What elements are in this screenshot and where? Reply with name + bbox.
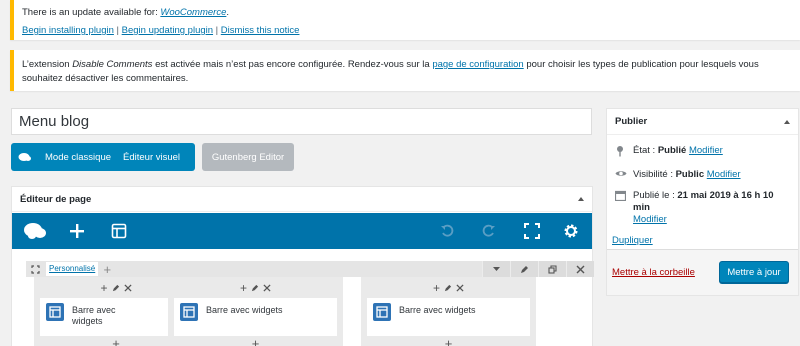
published-date-row: Publié le : 21 mai 2019 à 16 h 10 min Mod… bbox=[614, 190, 790, 226]
dismiss-notice-link[interactable]: Dismiss this notice bbox=[221, 25, 300, 36]
update-notice-text: There is an update available for: bbox=[22, 7, 161, 18]
publish-header[interactable]: Publier bbox=[607, 109, 798, 135]
pin-icon bbox=[615, 145, 629, 161]
row-style-label[interactable]: Personnalisé bbox=[46, 262, 99, 276]
add-below-plus-icon[interactable]: + bbox=[168, 336, 343, 346]
add-widget-plus-icon[interactable]: + bbox=[240, 281, 247, 295]
add-widget-plus-icon[interactable]: + bbox=[433, 281, 440, 295]
add-widget-plus-icon[interactable]: + bbox=[100, 281, 107, 295]
notice-text: L’extension bbox=[22, 59, 73, 70]
publish-box: Publier État : Publié Modifier Visibilit… bbox=[606, 108, 799, 296]
add-row-icon[interactable] bbox=[108, 213, 130, 249]
duplicate-link[interactable]: Dupliquer bbox=[612, 235, 653, 246]
widget-icon bbox=[373, 303, 391, 321]
expand-row-icon[interactable] bbox=[26, 264, 44, 274]
separator: | bbox=[113, 25, 122, 36]
visibility-value: Public bbox=[675, 169, 705, 180]
row-toolbar: Personnalisé + bbox=[26, 261, 594, 277]
duplicate-row-icon[interactable] bbox=[538, 261, 566, 277]
page-editor-title: Éditeur de page bbox=[20, 193, 92, 205]
begin-updating-link[interactable]: Begin updating plugin bbox=[122, 25, 213, 36]
collapse-arrow-icon[interactable] bbox=[784, 119, 790, 124]
add-below-plus-icon[interactable]: + bbox=[361, 336, 536, 346]
widget-title: Barre avec widgets bbox=[72, 305, 116, 326]
publish-actions: Mettre à la corbeille Mettre à jour bbox=[607, 249, 798, 295]
update-button[interactable]: Mettre à jour bbox=[719, 261, 789, 283]
siteorigin-logo-icon bbox=[11, 152, 39, 162]
widget-icon bbox=[180, 303, 198, 321]
status-label: État : bbox=[633, 145, 656, 156]
trash-link[interactable]: Mettre à la corbeille bbox=[612, 267, 695, 278]
collapse-arrow-icon[interactable] bbox=[578, 197, 584, 201]
begin-installing-link[interactable]: Begin installing plugin bbox=[22, 25, 114, 36]
publish-title: Publier bbox=[615, 116, 648, 127]
edit-pencil-icon[interactable] bbox=[112, 281, 120, 295]
delete-row-icon[interactable] bbox=[566, 261, 594, 277]
row-dropdown-icon[interactable] bbox=[482, 261, 510, 277]
calendar-icon bbox=[614, 190, 629, 205]
redo-icon[interactable] bbox=[478, 213, 500, 249]
builder-cell[interactable]: + Barre avec widgets + bbox=[361, 277, 536, 346]
edit-row-icon[interactable] bbox=[510, 261, 538, 277]
widget-icon bbox=[46, 303, 64, 321]
widget-title: Barre avec widgets bbox=[399, 305, 476, 315]
update-notice: There is an update available for: WooCom… bbox=[10, 0, 800, 40]
separator: | bbox=[213, 25, 221, 36]
notice-text: est activée mais n’est pas encore config… bbox=[152, 59, 433, 70]
close-icon[interactable] bbox=[123, 281, 132, 295]
undo-icon[interactable] bbox=[436, 213, 458, 249]
widget-title: Barre avec widgets bbox=[206, 305, 283, 315]
page-editor-box: Éditeur de page Personnalisé + + Barre a… bbox=[11, 186, 594, 346]
woocommerce-link[interactable]: WooCommerce bbox=[160, 7, 226, 18]
widget-card[interactable]: Barre avec widgets bbox=[174, 298, 337, 336]
add-row-plus-icon[interactable]: + bbox=[98, 261, 116, 277]
configuration-page-link[interactable]: page de configuration bbox=[432, 59, 523, 70]
page-editor-header[interactable]: Éditeur de page bbox=[12, 187, 592, 212]
plugin-name: Disable Comments bbox=[72, 59, 153, 70]
status-value: Publié bbox=[657, 145, 687, 156]
close-icon[interactable] bbox=[263, 281, 271, 295]
edit-date-link[interactable]: Modifier bbox=[633, 214, 667, 225]
status-row: État : Publié Modifier bbox=[615, 145, 790, 161]
published-label: Publié le : bbox=[633, 190, 675, 201]
update-notice-suffix: . bbox=[226, 7, 230, 18]
disable-comments-notice: L’extension Disable Comments est activée… bbox=[10, 50, 800, 91]
classic-mode-button[interactable]: Mode classique bbox=[39, 152, 117, 163]
visibility-label: Visibilité : bbox=[633, 169, 673, 180]
visibility-row: Visibilité : Public Modifier bbox=[615, 169, 790, 182]
fullscreen-icon[interactable] bbox=[521, 213, 543, 249]
post-title-input[interactable]: Menu blog bbox=[11, 108, 592, 135]
gutenberg-editor-button[interactable]: Gutenberg Editor bbox=[202, 143, 294, 171]
editor-mode-group: Mode classique Éditeur visuel bbox=[11, 143, 195, 171]
widget-card[interactable]: Barre avec widgets bbox=[367, 298, 530, 336]
builder-canvas: Personnalisé + + Barre avec widgets + + … bbox=[12, 249, 594, 346]
edit-pencil-icon[interactable] bbox=[444, 281, 452, 295]
settings-gear-icon[interactable] bbox=[560, 213, 582, 249]
builder-cell[interactable]: + Barre avec widgets + bbox=[168, 277, 343, 346]
edit-visibility-link[interactable]: Modifier bbox=[707, 169, 741, 180]
visual-editor-button[interactable]: Éditeur visuel bbox=[117, 152, 186, 163]
add-widget-icon[interactable] bbox=[66, 213, 88, 249]
close-icon[interactable] bbox=[456, 281, 464, 295]
eye-icon bbox=[615, 169, 629, 182]
builder-logo-icon[interactable] bbox=[22, 213, 48, 249]
builder-toolbar bbox=[12, 213, 592, 249]
edit-pencil-icon[interactable] bbox=[251, 281, 259, 295]
edit-status-link[interactable]: Modifier bbox=[689, 145, 723, 156]
